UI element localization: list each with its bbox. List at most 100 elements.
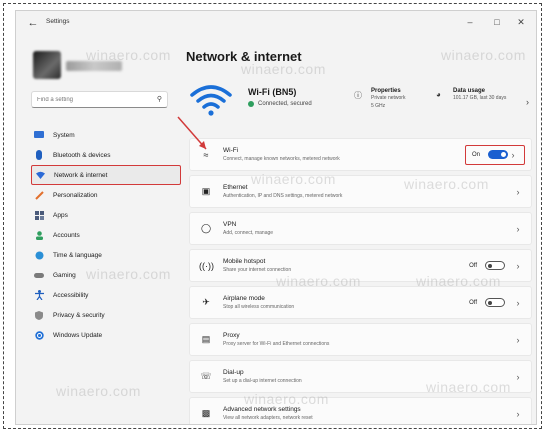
wifi-large-icon [190,85,232,116]
sidebar-item-network[interactable]: Network & internet [31,165,181,185]
ethernet-icon: ▣ [201,186,211,196]
list-item-mobile-hotspot[interactable]: ((·)) Mobile hotspot Share your internet… [189,249,532,282]
title-bar: ← Settings – □ ✕ [16,11,536,35]
row-subtitle: Proxy server for Wi-Fi and Ethernet conn… [223,341,330,347]
list-item-vpn[interactable]: ◯ VPN Add, connect, manage › [189,212,532,245]
wifi-toggle-label: On [471,151,480,158]
bluetooth-icon [34,150,44,160]
list-item-proxy[interactable]: ▤ Proxy Proxy server for Wi-Fi and Ether… [189,323,532,356]
list-item-advanced-network-settings[interactable]: ▩ Advanced network settings View all net… [189,397,532,424]
minimize-icon[interactable]: – [462,15,478,29]
chevron-right-icon[interactable]: › [511,298,525,308]
profile-name-blurred [66,61,122,71]
wifi-toggle[interactable] [488,150,508,159]
row-subtitle: View all network adapters, network reset [223,415,313,421]
data-usage-link[interactable]: ◕ Data usage 101.17 GB, last 30 days [436,88,506,102]
list-item-ethernet[interactable]: ▣ Ethernet Authentication, IP and DNS se… [189,175,532,208]
info-icon: ⓘ [354,91,362,100]
sidebar-item-accessibility[interactable]: Accessibility [31,285,181,305]
connection-status: Connected, secured [248,101,312,107]
chevron-right-icon[interactable]: › [511,224,525,234]
close-icon[interactable]: ✕ [513,15,529,29]
advanced-network-icon: ▩ [201,408,211,418]
list-item-wifi[interactable]: ≈ Wi-Fi Connect, manage known networks, … [189,138,532,171]
row-subtitle: Authentication, IP and DNS settings, met… [223,193,343,199]
data-usage-title: Data usage [453,88,486,94]
properties-band: 5 GHz [371,103,386,109]
network-settings-list: ≈ Wi-Fi Connect, manage known networks, … [189,138,532,424]
sidebar-item-windows-update[interactable]: Windows Update [31,325,181,345]
search-icon[interactable]: ⚲ [157,95,162,103]
back-arrow-icon[interactable]: ← [26,16,40,30]
row-title: Proxy [223,332,240,339]
sidebar-item-label: Privacy & security [53,311,105,319]
hotspot-toggle[interactable] [485,261,505,270]
chevron-right-icon[interactable]: › [508,150,518,160]
sidebar-item-apps[interactable]: Apps [31,205,181,225]
vpn-shield-icon: ◯ [200,223,212,233]
settings-window: ← Settings – □ ✕ ⚲ System Bluetooth & de… [15,10,537,425]
chevron-right-icon[interactable]: › [511,372,525,382]
search-input[interactable] [37,94,147,105]
page-title: Network & internet [186,49,302,64]
chevron-right-icon[interactable]: › [511,335,525,345]
properties-network-type: Private network [371,95,406,101]
list-item-dial-up[interactable]: ☏ Dial-up Set up a dial-up internet conn… [189,360,532,393]
hotspot-toggle-group: Off [469,261,505,270]
monitor-icon [34,130,44,140]
sidebar-item-accounts[interactable]: Accounts [31,225,181,245]
network-icon [35,170,45,180]
row-subtitle: Connect, manage known networks, metered … [223,156,340,162]
wifi-icon: ≈ [203,149,209,160]
properties-link[interactable]: ⓘ Properties Private network 5 GHz [354,88,405,110]
row-title: VPN [223,221,237,228]
hotspot-icon: ((·)) [199,260,214,271]
connected-status-icon [248,101,254,107]
properties-title: Properties [371,88,401,94]
sidebar-item-personalization[interactable]: Personalization [31,185,181,205]
sidebar-item-time-language[interactable]: Time & language [31,245,181,265]
sidebar-item-label: Network & internet [54,171,108,179]
maximize-icon[interactable]: □ [489,15,505,29]
avatar[interactable] [33,51,61,79]
window-title: Settings [46,18,70,25]
airplane-toggle[interactable] [485,298,505,307]
gamepad-icon [34,270,44,280]
sidebar-nav: System Bluetooth & devices Network & int… [31,125,181,345]
row-subtitle: Stop all wireless communication [223,304,295,310]
apps-icon [34,210,44,220]
list-item-airplane-mode[interactable]: ✈ Airplane mode Stop all wireless commun… [189,286,532,319]
person-icon [34,230,44,240]
watermark: winaero.com [441,47,526,63]
sidebar-item-system[interactable]: System [31,125,181,145]
wifi-toggle-highlight: On › [464,144,525,165]
dial-up-icon: ☏ [200,371,212,381]
chevron-right-icon[interactable]: › [526,97,529,107]
sidebar-item-label: Apps [53,211,68,219]
sidebar-item-label: Windows Update [53,331,103,339]
sidebar-item-label: Bluetooth & devices [53,151,111,159]
sidebar-item-label: Accessibility [53,291,89,299]
data-usage-amount: 101.17 GB, last 30 days [453,95,507,101]
row-title: Advanced network settings [223,406,301,413]
row-title: Mobile hotspot [223,258,266,265]
sidebar-item-bluetooth[interactable]: Bluetooth & devices [31,145,181,165]
chevron-right-icon[interactable]: › [511,409,525,419]
sidebar-item-gaming[interactable]: Gaming [31,265,181,285]
sidebar-item-label: Personalization [53,191,98,199]
airplane-toggle-label: Off [469,299,477,306]
row-subtitle: Share your internet connection [223,267,292,273]
sidebar-item-label: System [53,131,75,139]
connection-status-text: Connected, secured [258,101,312,107]
row-subtitle: Add, connect, manage [223,230,274,236]
chevron-right-icon[interactable]: › [511,261,525,271]
row-title: Airplane mode [223,295,265,302]
brush-icon [34,190,44,200]
screenshot-frame: ← Settings – □ ✕ ⚲ System Bluetooth & de… [3,3,542,429]
search-box[interactable]: ⚲ [31,91,168,108]
sidebar-item-privacy[interactable]: Privacy & security [31,305,181,325]
connected-network-name: Wi-Fi (BN5) [248,87,297,97]
sidebar-item-label: Gaming [53,271,76,279]
chevron-right-icon[interactable]: › [511,187,525,197]
airplane-icon: ✈ [202,297,210,307]
